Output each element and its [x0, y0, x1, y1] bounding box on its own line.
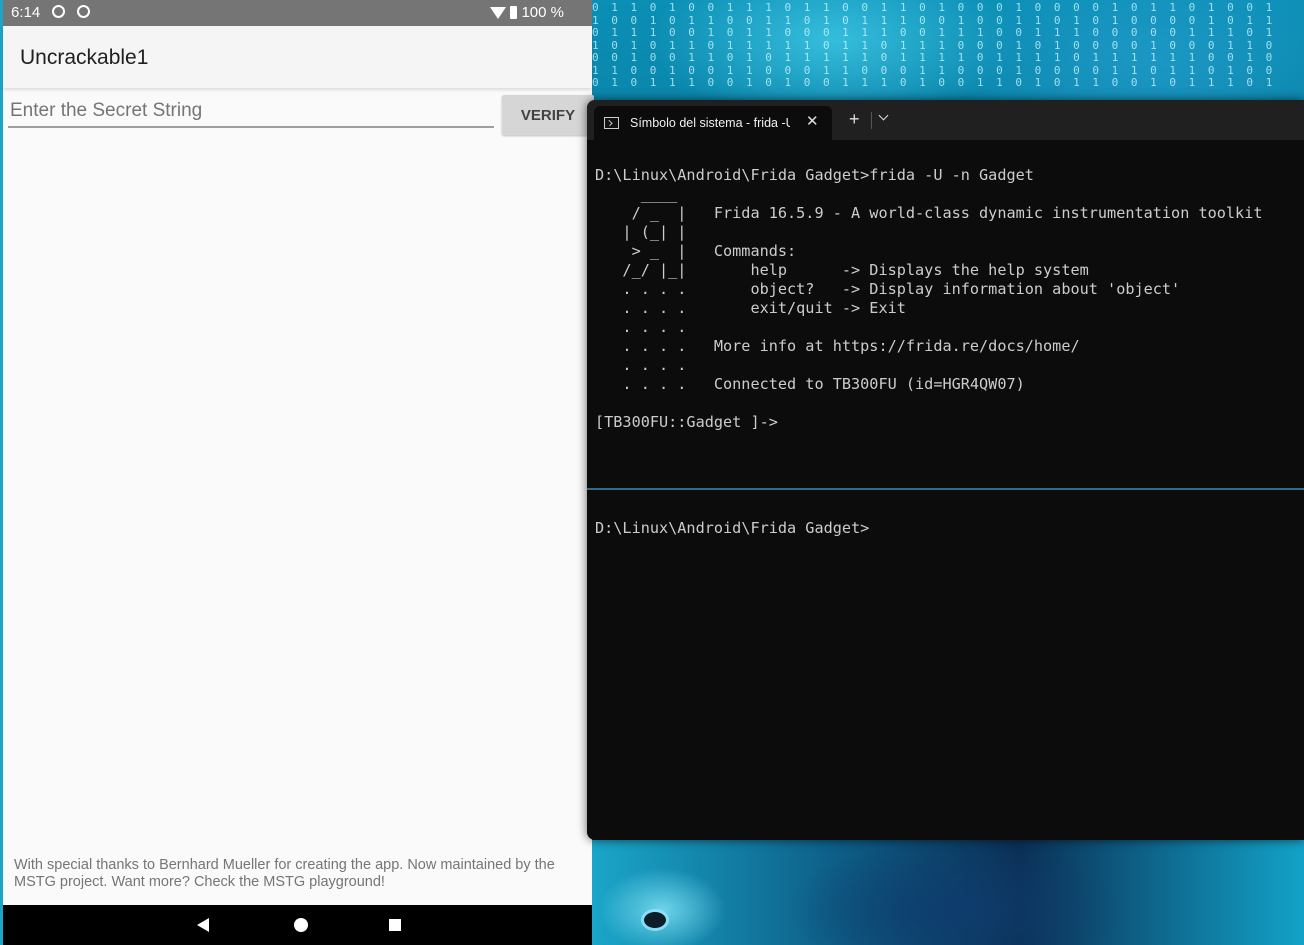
- terminal-line: ____: [595, 185, 678, 203]
- terminal-line: . . . . exit/quit -> Exit: [595, 299, 906, 317]
- android-nav-bar: [3, 905, 592, 945]
- terminal-line: / _ | Frida 16.5.9 - A world-class dynam…: [595, 204, 1263, 222]
- terminal-line: /_/ |_| help -> Displays the help system: [595, 261, 1089, 279]
- terminal-pane-bottom[interactable]: D:\Linux\Android\Frida Gadget>: [587, 519, 1304, 819]
- pane-divider[interactable]: [587, 488, 1304, 490]
- back-triangle-icon[interactable]: [197, 918, 209, 932]
- terminal-pane-top[interactable]: D:\Linux\Android\Frida Gadget>frida -U -…: [587, 166, 1304, 488]
- tab-close-icon[interactable]: ✕: [806, 112, 819, 130]
- battery-icon: [510, 6, 518, 19]
- tab-title: Símbolo del sistema - frida -U: [630, 116, 790, 130]
- recents-square-icon[interactable]: [389, 919, 401, 931]
- terminal-line: . . . .: [595, 356, 687, 374]
- app-action-bar: Uncrackable1: [3, 26, 592, 88]
- status-time: 6:14: [11, 4, 41, 21]
- binary-row: 0 0 1 0 0 1 1 0 1 0 1 1 1 1 1 0 1 1 1 1 …: [592, 51, 1276, 64]
- terminal-line: . . . . Connected to TB300FU (id=HGR4QW0…: [595, 375, 1025, 393]
- android-screen: 6:14 100 % Uncrackable1 VERIFY With spec…: [0, 0, 594, 945]
- terminal-line: > _ | Commands:: [595, 242, 797, 260]
- verify-button[interactable]: VERIFY: [502, 95, 594, 135]
- settings-gear-icon: [52, 5, 65, 18]
- status-bar: 6:14 100 %: [3, 0, 592, 26]
- status-right-group: 100 %: [490, 4, 564, 21]
- battery-percent: 100 %: [521, 4, 564, 21]
- wallpaper-eye-detail: [644, 912, 666, 928]
- new-tab-button[interactable]: +: [849, 110, 860, 128]
- credits-footer: With special thanks to Bernhard Mueller …: [14, 857, 555, 890]
- command-prompt-icon: [604, 117, 619, 129]
- wifi-icon: [490, 6, 507, 19]
- chevron-down-icon[interactable]: [878, 110, 889, 121]
- tab-divider: [871, 112, 872, 129]
- terminal-line: [TB300FU::Gadget ]->: [595, 413, 778, 431]
- terminal-line: . . . .: [595, 318, 687, 336]
- terminal-line: D:\Linux\Android\Frida Gadget>: [595, 519, 870, 537]
- secret-string-input[interactable]: [8, 96, 494, 128]
- terminal-line: . . . . object? -> Display information a…: [595, 280, 1181, 298]
- terminal-line: . . . . More info at https://frida.re/do…: [595, 337, 1080, 355]
- home-circle-icon[interactable]: [294, 918, 308, 932]
- binary-row: 0 1 0 1 1 1 0 0 1 0 1 0 0 1 1 1 0 1 0 0 …: [592, 76, 1276, 89]
- sync-settings-icon: [77, 5, 90, 18]
- terminal-tab-strip: Símbolo del sistema - frida -U ✕ +: [587, 100, 1304, 140]
- terminal-tab[interactable]: Símbolo del sistema - frida -U ✕: [594, 106, 832, 140]
- terminal-window: Símbolo del sistema - frida -U ✕ + D:\Li…: [587, 100, 1304, 840]
- wallpaper-lower-art: [592, 840, 1304, 945]
- app-title: Uncrackable1: [20, 46, 149, 69]
- terminal-line: | (_| |: [595, 223, 687, 241]
- wallpaper-binary-pattern: 0 1 1 0 1 0 0 1 1 1 0 1 1 0 0 1 1 0 1 0 …: [592, 0, 1304, 102]
- binary-row: 0 1 1 0 1 0 0 1 1 1 0 1 1 0 0 1 1 0 1 0 …: [592, 1, 1276, 14]
- binary-row: 0 1 1 1 0 0 1 0 1 1 0 0 0 1 1 1 0 0 1 1 …: [592, 26, 1276, 39]
- terminal-line: D:\Linux\Android\Frida Gadget>frida -U -…: [595, 166, 1034, 184]
